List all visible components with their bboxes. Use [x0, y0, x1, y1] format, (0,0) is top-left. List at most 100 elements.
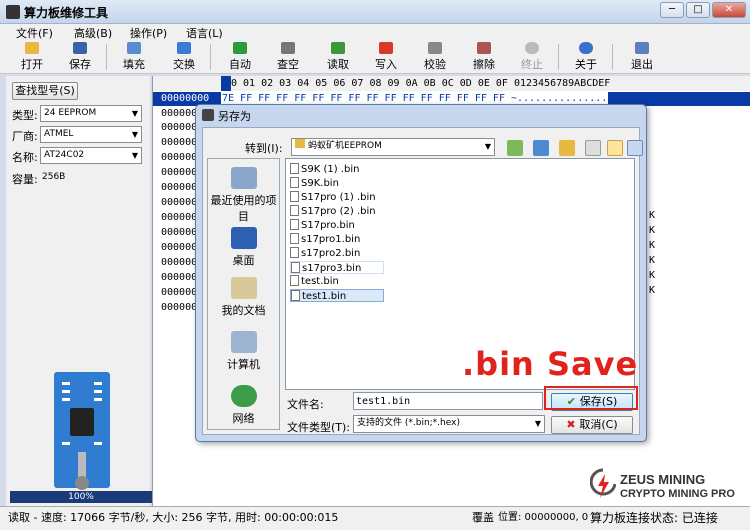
hex-ascii-char: K [649, 210, 656, 221]
x-icon: ✖ [566, 418, 580, 431]
capacity-label: 容量: [12, 173, 38, 186]
recent-items-icon [230, 167, 257, 189]
menu-advanced[interactable]: 高级(B) [74, 25, 112, 41]
file-item[interactable]: test.bin [290, 275, 384, 288]
documents-icon [230, 277, 257, 299]
name-select[interactable]: AT24C02 ▼ [40, 147, 142, 164]
place-network[interactable]: 网络 [208, 385, 279, 426]
file-icon [291, 290, 300, 301]
stop-button[interactable]: 终止 [512, 42, 552, 72]
place-recent[interactable]: 最近使用的项目 [208, 167, 279, 224]
cancel-button[interactable]: ✖ 取消(C) [551, 416, 633, 434]
maximize-button[interactable]: □ [686, 2, 710, 18]
new-folder-icon[interactable] [559, 140, 575, 156]
file-item[interactable]: S17pro (2) .bin [290, 205, 384, 218]
lightning-logo-icon [590, 468, 616, 498]
file-item[interactable]: s17pro1.bin [290, 233, 384, 246]
vendor-label: 厂商: [12, 130, 38, 143]
floppy-icon [73, 42, 87, 54]
exit-button[interactable]: 退出 [622, 42, 662, 72]
file-icon [290, 205, 299, 216]
vendor-select[interactable]: ATMEL ▼ [40, 126, 142, 143]
file-icon [290, 191, 299, 202]
view-menu-icon[interactable] [585, 140, 601, 156]
auto-icon [233, 42, 247, 54]
swap-button[interactable]: 交换 [164, 42, 204, 72]
hex-address: 000000 [161, 152, 198, 163]
capacity-value: 256B [42, 172, 66, 182]
desktop-icon [230, 227, 257, 249]
dialog-title: 另存为 [218, 110, 251, 123]
menu-operation[interactable]: 操作(P) [130, 25, 167, 41]
file-item-selected[interactable]: test1.bin [290, 289, 384, 302]
file-item[interactable]: S9K.bin [290, 177, 384, 190]
up-folder-icon[interactable] [533, 140, 549, 156]
zeus-mining-watermark: ZEUS MINING CRYPTO MINING PRO [590, 468, 750, 506]
name-label: 名称: [12, 151, 38, 164]
hex-address: 000000 [161, 212, 198, 223]
file-item[interactable]: S17pro (1) .bin [290, 191, 384, 204]
folder-icon [295, 139, 305, 148]
status-read-info: 读取 - 速度: 17066 字节/秒, 大小: 256 字节, 用时: 00:… [8, 511, 339, 524]
dropdown-arrow-icon: ▼ [131, 130, 138, 139]
details-view-icon[interactable] [607, 140, 623, 156]
file-item[interactable]: s17pro3.bin [290, 261, 384, 274]
toolbar: 打开 保存 填充 交换 自动 查空 读取 写入 校验 擦除 终止 关于 退出 [0, 40, 750, 74]
about-button[interactable]: 关于 [566, 42, 606, 72]
type-label: 类型: [12, 109, 38, 122]
info-icon [579, 42, 593, 54]
hex-ascii-char: K [649, 270, 656, 281]
read-icon [331, 42, 345, 54]
close-button[interactable]: ✕ [712, 2, 746, 18]
chip-socket-image [54, 372, 110, 490]
hex-address: 000000 [161, 272, 198, 283]
dropdown-arrow-icon: ▼ [484, 142, 491, 151]
list-view-icon[interactable] [627, 140, 643, 156]
menu-language[interactable]: 语言(L) [186, 25, 223, 41]
chip-check-icon [281, 42, 295, 54]
back-icon[interactable] [507, 140, 523, 156]
file-item[interactable]: s17pro2.bin [290, 247, 384, 260]
file-icon [291, 262, 300, 273]
file-item[interactable]: S9K (1) .bin [290, 163, 384, 176]
file-item[interactable]: S17pro.bin [290, 219, 384, 232]
chip-info-panel: 查找型号(S) 类型: 24 EEPROM ▼ 厂商: ATMEL ▼ 名称: AT… [6, 76, 152, 506]
title-bar: 算力板维修工具 ─ □ ✕ [0, 0, 750, 24]
file-icon [290, 177, 299, 188]
file-icon [290, 233, 299, 244]
blank-check-button[interactable]: 查空 [268, 42, 308, 72]
hex-address: 000000 [161, 167, 198, 178]
minimize-button[interactable]: ─ [660, 2, 684, 18]
menu-file[interactable]: 文件(F) [16, 25, 53, 41]
hex-address: 000000 [161, 257, 198, 268]
read-button[interactable]: 读取 [318, 42, 358, 72]
dropdown-arrow-icon: ▼ [131, 109, 138, 118]
progress-bar: 100% [10, 491, 152, 503]
place-computer[interactable]: 计算机 [208, 331, 279, 372]
dialog-app-icon [202, 109, 214, 121]
erase-button[interactable]: 擦除 [464, 42, 504, 72]
places-bar: 最近使用的项目 桌面 我的文档 计算机 网络 [207, 158, 280, 430]
hex-column-header: 0 01 02 03 04 05 06 07 08 09 0A 0B 0C 0D… [153, 76, 750, 91]
save-toolbar-button[interactable]: 保存 [60, 42, 100, 72]
annotation-label: .bin Save [462, 345, 639, 383]
hex-ascii-char: K [649, 255, 656, 266]
hex-address: 000000 [161, 137, 198, 148]
verify-button[interactable]: 校验 [415, 42, 455, 72]
filetype-select[interactable]: 支持的文件 (*.bin;*.hex) ▼ [353, 415, 545, 433]
type-select[interactable]: 24 EEPROM ▼ [40, 105, 142, 122]
fill-button[interactable]: 填充 [114, 42, 154, 72]
place-documents[interactable]: 我的文档 [208, 277, 279, 318]
write-button[interactable]: 写入 [366, 42, 406, 72]
place-desktop[interactable]: 桌面 [208, 227, 279, 268]
write-icon [379, 42, 393, 54]
lookin-select[interactable]: 蚂蚁矿机EEPROM ▼ [291, 138, 495, 156]
stop-icon [525, 42, 539, 54]
dropdown-arrow-icon: ▼ [534, 419, 541, 428]
auto-button[interactable]: 自动 [220, 42, 260, 72]
open-button[interactable]: 打开 [12, 42, 52, 72]
filename-input[interactable] [353, 392, 543, 410]
status-position: 位置: 00000000, 0 [498, 512, 589, 523]
find-model-button[interactable]: 查找型号(S) [12, 82, 78, 100]
menu-bar: 文件(F) 高级(B) 操作(P) 语言(L) [0, 24, 750, 40]
